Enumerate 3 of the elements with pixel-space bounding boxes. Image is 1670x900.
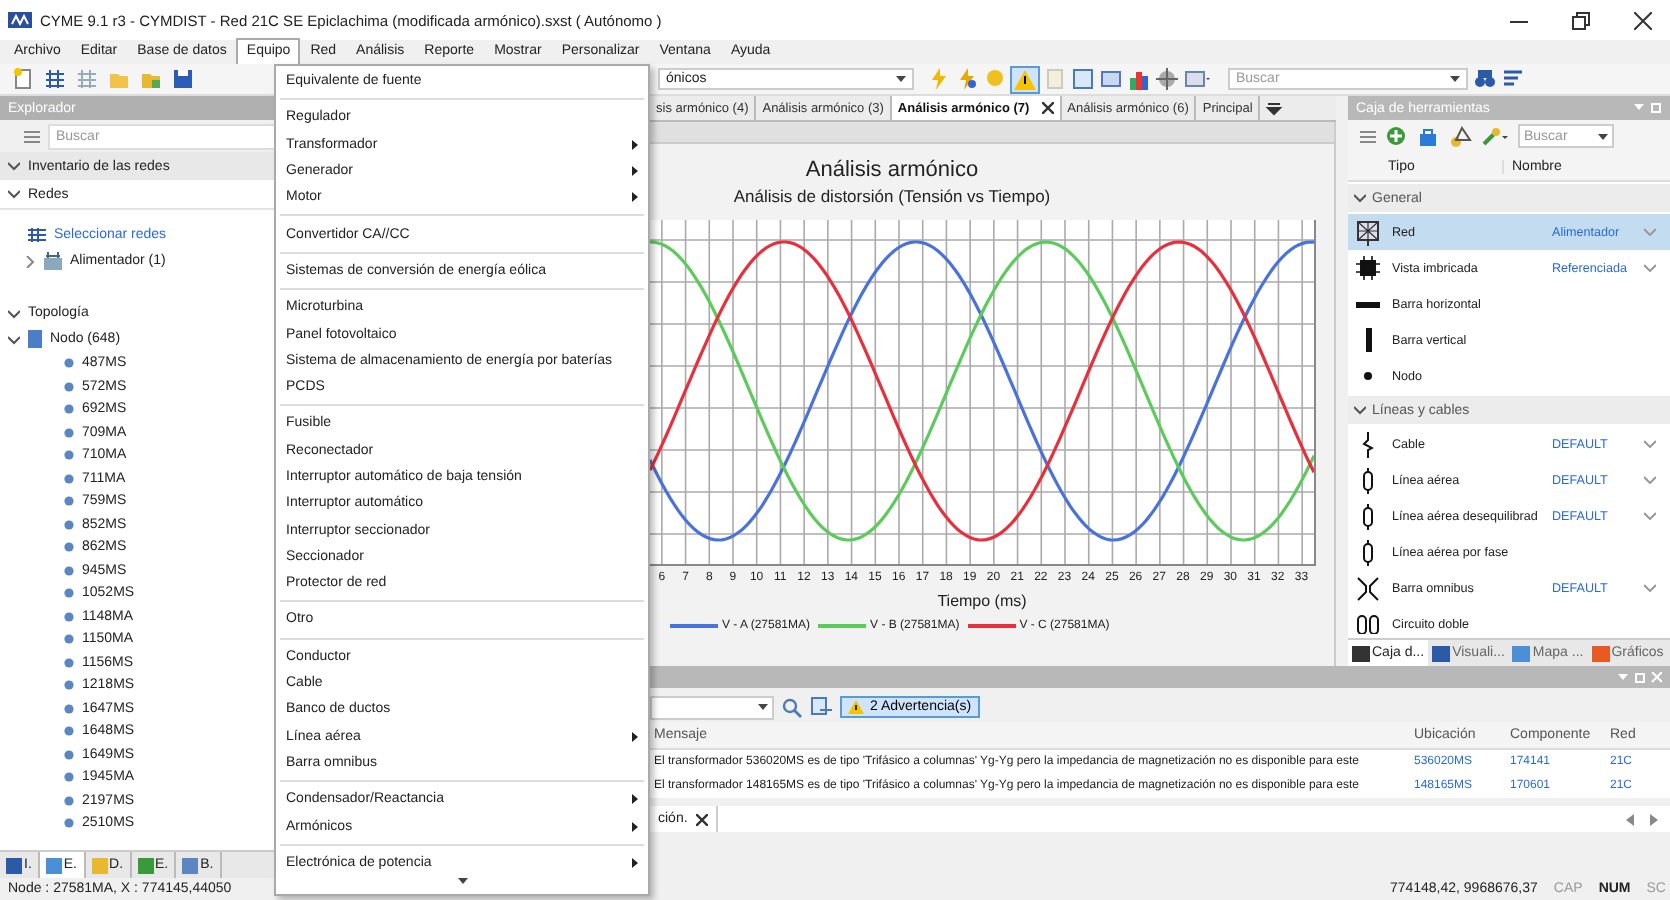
chart-title: Análisis armónico [803,156,981,184]
chart-subtitle: Análisis de distorsión (Tensión vs Tiempo) [731,184,1053,208]
axis-title: Tiempo (ms) [935,592,1029,612]
